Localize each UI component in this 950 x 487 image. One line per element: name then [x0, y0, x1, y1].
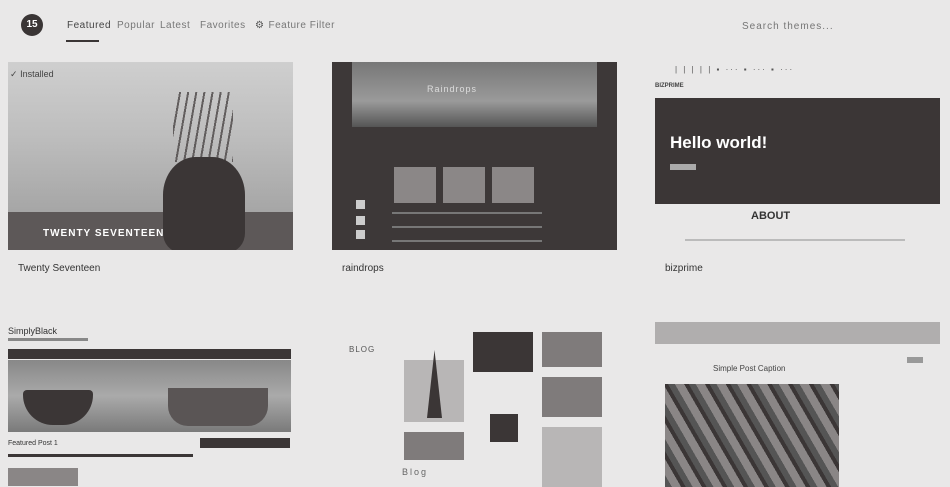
theme-screenshot-photo-grid[interactable]: BLOG Blog [332, 322, 617, 487]
theme-screenshot-sixth[interactable]: Simple Post Caption [655, 322, 940, 487]
tab-popular[interactable]: Popular [117, 20, 155, 31]
screenshot-hero: Hello world! [655, 98, 940, 204]
screenshot-list-icon [356, 200, 365, 209]
screenshot-thumb [492, 167, 534, 203]
theme-screenshot-bizprime[interactable]: | | | | | ▪ ··· ▪ ··· ▪ ··· BIZPRIME Hel… [655, 62, 940, 250]
theme-count-badge: 15 [21, 14, 43, 36]
screenshot-tagline [8, 338, 88, 341]
screenshot-site-title: SimplyBlack [8, 326, 58, 336]
screenshot-thumb [394, 167, 436, 203]
installed-label: Installed [20, 69, 54, 79]
screenshot-boat [23, 390, 93, 425]
screenshot-site-title: TWENTY SEVENTEEN [43, 228, 165, 239]
screenshot-tile [542, 332, 602, 367]
screenshot-list-icon [356, 230, 365, 239]
theme-name-raindrops[interactable]: raindrops [342, 263, 384, 274]
theme-screenshot-raindrops[interactable]: Raindrops [332, 62, 617, 250]
tab-feature-filter[interactable]: ⚙ Feature Filter [255, 20, 335, 31]
screenshot-button [907, 357, 923, 363]
screenshot-post-title: Simple Post Caption [713, 364, 786, 373]
theme-screenshot-twenty-seventeen[interactable]: TWENTY SEVENTEEN [8, 62, 293, 250]
theme-browser-header: 15 Featured Popular Latest Favorites ⚙ Fe… [0, 0, 950, 50]
screenshot-text-line [685, 239, 905, 241]
screenshot-boat [168, 388, 268, 426]
theme-screenshot-simplyblack[interactable]: SimplyBlack Featured Post 1 [8, 322, 293, 487]
screenshot-hero-button [670, 164, 696, 170]
screenshot-about-heading: ABOUT [751, 210, 791, 222]
screenshot-featured-image [665, 384, 839, 487]
screenshot-tile [473, 332, 533, 372]
screenshot-stems [173, 92, 233, 162]
tab-favorites[interactable]: Favorites [200, 20, 246, 31]
screenshot-text-line [392, 226, 542, 228]
screenshot-header: Raindrops [352, 62, 597, 127]
theme-name-bizprime[interactable]: bizprime [665, 263, 703, 274]
screenshot-text-line [392, 240, 542, 242]
screenshot-thumb [8, 468, 78, 486]
screenshot-logo: BIZPRIME [655, 83, 684, 89]
screenshot-site-title: Raindrops [427, 84, 478, 94]
screenshot-post-title: Featured Post 1 [8, 440, 58, 447]
screenshot-text-line [8, 454, 193, 457]
check-icon: ✓ [10, 69, 18, 79]
screenshot-thumb [443, 167, 485, 203]
screenshot-tile [404, 432, 464, 460]
screenshot-featured-image [8, 360, 291, 432]
screenshot-footer-text: Blog [402, 467, 429, 477]
feature-filter-label: Feature Filter [268, 20, 335, 31]
screenshot-nav: | | | | | ▪ ··· ▪ ··· ▪ ··· [675, 65, 795, 74]
theme-name-twenty-seventeen[interactable]: Twenty Seventeen [18, 263, 100, 274]
screenshot-tile [542, 377, 602, 417]
screenshot-list-icon [356, 216, 365, 225]
gear-icon: ⚙ [255, 20, 265, 31]
screenshot-sidebar-header [200, 438, 290, 448]
screenshot-header-bar [655, 322, 940, 344]
active-tab-indicator [66, 40, 99, 42]
screenshot-vase [163, 157, 245, 250]
screenshot-logo: BLOG [349, 345, 376, 354]
tab-latest[interactable]: Latest [160, 20, 190, 31]
installed-badge: ✓ Installed [10, 69, 54, 80]
screenshot-menu-bar [8, 349, 291, 359]
screenshot-hero-text: Hello world! [670, 133, 768, 152]
screenshot-tile [490, 414, 518, 442]
screenshot-tile [542, 427, 602, 487]
search-input[interactable] [740, 20, 884, 33]
tab-featured[interactable]: Featured [67, 20, 111, 31]
screenshot-text-line [392, 212, 542, 214]
